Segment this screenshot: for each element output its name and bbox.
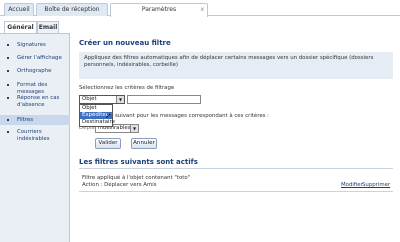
tab-email[interactable]: Email	[37, 21, 59, 33]
modify-link[interactable]: Modifier	[341, 182, 363, 188]
divider	[79, 168, 393, 169]
settings-sidebar: Signatures Gérer l'affichage Orthographe…	[0, 34, 70, 242]
sidebar-item-label: Format des messages	[17, 82, 48, 95]
sidebar-item-out-of-office[interactable]: Réponse en cas d'absence	[0, 95, 70, 111]
bullet-icon	[7, 119, 9, 121]
settings-subtabs: Général Email	[0, 21, 70, 33]
subtab-label: Email	[38, 24, 58, 31]
tab-general[interactable]: Général	[4, 21, 37, 33]
tab-label: Boîte de réception	[44, 6, 100, 13]
bullet-icon	[7, 70, 9, 72]
sidebar-item-junk-mail[interactable]: Courriers indésirables	[0, 129, 70, 142]
tab-inbox[interactable]: Boîte de réception	[36, 3, 108, 16]
chevron-down-icon[interactable]: ▼	[116, 96, 124, 103]
bullet-icon	[7, 97, 9, 99]
page-title: Créer un nouveau filtre	[79, 39, 171, 47]
sidebar-item-spelling[interactable]: Orthographe	[0, 68, 70, 77]
option-destinataire[interactable]: Destinataire	[80, 119, 115, 126]
action-label: suivant pour les messages correspondant …	[115, 113, 270, 119]
chevron-down-icon[interactable]: ▼	[130, 125, 138, 132]
mouse-cursor-icon: ➚	[105, 111, 112, 120]
tab-parametres[interactable]: Paramètres x	[110, 3, 208, 17]
sidebar-item-label: Signatures	[17, 42, 46, 48]
tab-label: Accueil	[8, 6, 30, 13]
bullet-icon	[7, 131, 9, 133]
info-box: Appliquez des filtres automatiques afin …	[79, 52, 393, 79]
filter-description: Filtre appliqué à l'objet contenant "tot…	[82, 175, 191, 181]
active-filters-title: Les filtres suivants sont actifs	[79, 158, 198, 166]
sidebar-item-label: Filtres	[17, 117, 34, 123]
delete-link[interactable]: Supprimer	[362, 182, 390, 188]
filters-panel: Créer un nouveau filtre Appliquez des fi…	[71, 34, 400, 242]
sidebar-item-label: Courriers indésirables	[17, 129, 50, 142]
close-icon[interactable]: x	[200, 4, 204, 16]
tab-label: Paramètres	[141, 6, 177, 13]
bullet-icon	[7, 57, 9, 59]
filter-action: Action : Déplacer vers Amis	[82, 182, 157, 188]
subtab-label: Général	[7, 24, 34, 31]
tab-accueil[interactable]: Accueil	[4, 3, 34, 16]
sidebar-item-label: Gérer l'affichage	[17, 55, 62, 61]
criteria-select[interactable]: Objet ▼	[79, 95, 125, 104]
sidebar-item-label: Réponse en cas d'absence	[17, 95, 60, 108]
cancel-button[interactable]: Annuler	[131, 138, 157, 149]
bullet-icon	[7, 84, 9, 86]
sidebar-item-signatures[interactable]: Signatures	[0, 42, 70, 51]
sidebar-item-filters[interactable]: Filtres	[0, 115, 70, 125]
bullet-icon	[7, 44, 9, 46]
validate-button[interactable]: Valider	[95, 138, 121, 149]
criteria-select-value: Objet	[82, 96, 97, 102]
sidebar-item-display[interactable]: Gérer l'affichage	[0, 55, 70, 64]
top-tab-bar: Accueil Boîte de réception Paramètres x	[0, 0, 400, 17]
criteria-label: Sélectionnez les critères de filtrage	[79, 85, 175, 91]
sidebar-item-message-format[interactable]: Format des messages	[0, 82, 70, 95]
criteria-text-input[interactable]	[127, 95, 201, 104]
sidebar-item-label: Orthographe	[17, 68, 52, 74]
divider	[79, 191, 393, 192]
